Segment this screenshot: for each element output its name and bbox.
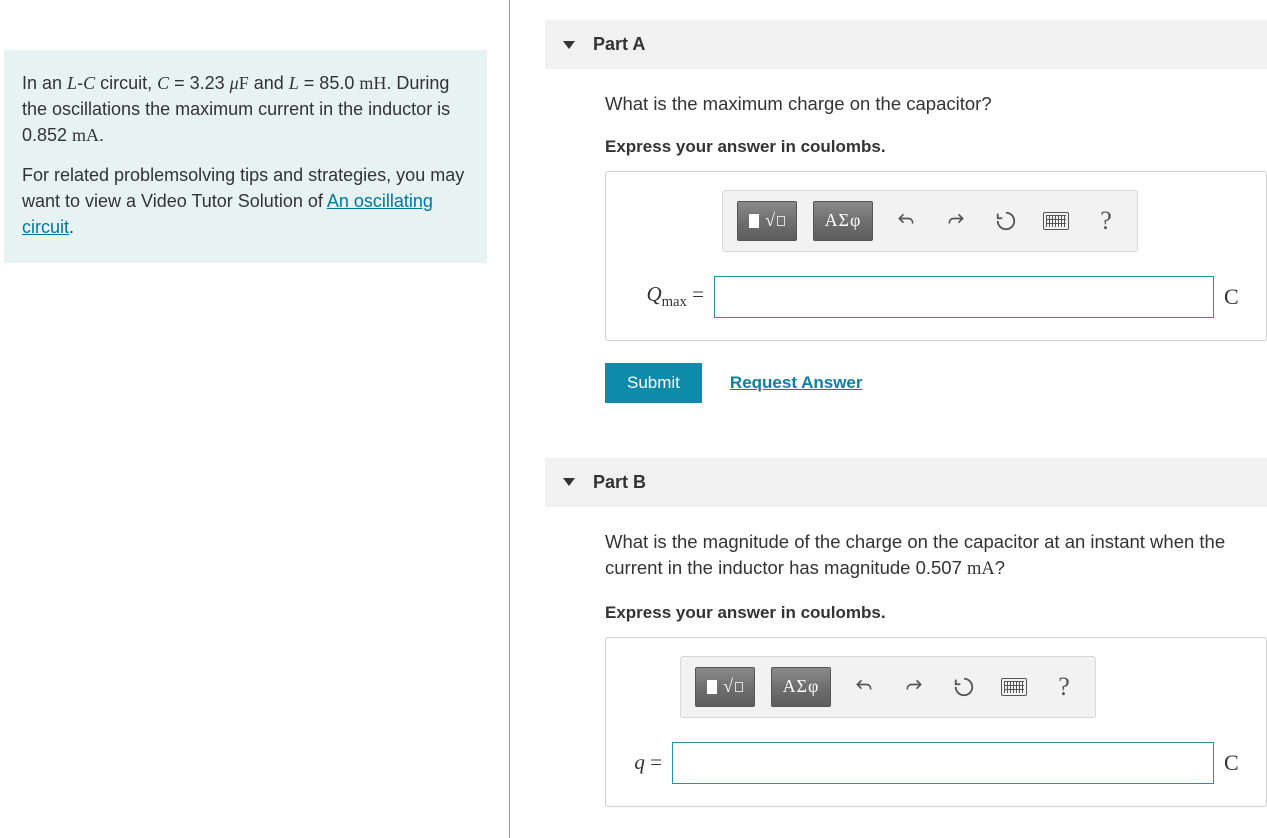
caret-down-icon	[563, 41, 575, 49]
redo-button[interactable]	[939, 204, 973, 238]
part-a-unit: C	[1224, 284, 1250, 310]
submit-button-a[interactable]: Submit	[605, 363, 702, 403]
keyboard-button[interactable]	[997, 670, 1031, 704]
part-b-answer-input[interactable]	[672, 742, 1214, 784]
reset-button[interactable]	[947, 670, 981, 704]
help-button[interactable]: ?	[1089, 204, 1123, 238]
part-a-actions: Submit Request Answer	[605, 363, 1267, 403]
problem-statement: In an L-C circuit, C = 3.23 μF and L = 8…	[22, 70, 469, 148]
equation-toolbar-a: √ ΑΣφ ?	[722, 190, 1138, 252]
reset-button[interactable]	[989, 204, 1023, 238]
part-b-title: Part B	[593, 472, 646, 493]
template-tab[interactable]: √	[695, 667, 755, 707]
part-b-answer-row: q = C	[622, 742, 1250, 784]
part-a-title: Part A	[593, 34, 645, 55]
keyboard-icon	[1001, 678, 1027, 696]
keyboard-button[interactable]	[1039, 204, 1073, 238]
problem-info-box: In an L-C circuit, C = 3.23 μF and L = 8…	[4, 50, 487, 263]
part-a-variable-label: Qmax =	[622, 282, 704, 311]
part-b-unit: C	[1224, 750, 1250, 776]
undo-button[interactable]	[889, 204, 923, 238]
problem-panel: In an L-C circuit, C = 3.23 μF and L = 8…	[0, 0, 510, 838]
help-button[interactable]: ?	[1047, 670, 1081, 704]
answer-panel: Part A What is the maximum charge on the…	[510, 0, 1267, 838]
part-b-question: What is the magnitude of the charge on t…	[605, 529, 1267, 583]
equation-toolbar-b: √ ΑΣφ ?	[680, 656, 1096, 718]
part-b-body: What is the magnitude of the charge on t…	[545, 529, 1267, 807]
part-a-question: What is the maximum charge on the capaci…	[605, 91, 1267, 117]
part-b-answer-box: √ ΑΣφ ? q = C	[605, 637, 1267, 807]
part-b-header[interactable]: Part B	[545, 458, 1267, 507]
request-answer-link-a[interactable]: Request Answer	[730, 373, 863, 393]
greek-tab[interactable]: ΑΣφ	[813, 201, 873, 241]
keyboard-icon	[1043, 212, 1069, 230]
undo-button[interactable]	[847, 670, 881, 704]
greek-tab[interactable]: ΑΣφ	[771, 667, 831, 707]
part-a-answer-box: √ ΑΣφ ? Qmax = C	[605, 171, 1267, 341]
part-a-instruction: Express your answer in coulombs.	[605, 137, 1267, 157]
part-a-answer-input[interactable]	[714, 276, 1214, 318]
part-a-body: What is the maximum charge on the capaci…	[545, 91, 1267, 403]
caret-down-icon	[563, 478, 575, 486]
redo-button[interactable]	[897, 670, 931, 704]
part-a-header[interactable]: Part A	[545, 20, 1267, 69]
template-tab[interactable]: √	[737, 201, 797, 241]
part-b-instruction: Express your answer in coulombs.	[605, 603, 1267, 623]
part-a-answer-row: Qmax = C	[622, 276, 1250, 318]
problem-tips: For related problemsolving tips and stra…	[22, 162, 469, 240]
tips-suffix-text: .	[69, 217, 74, 237]
part-b-variable-label: q =	[622, 750, 662, 775]
